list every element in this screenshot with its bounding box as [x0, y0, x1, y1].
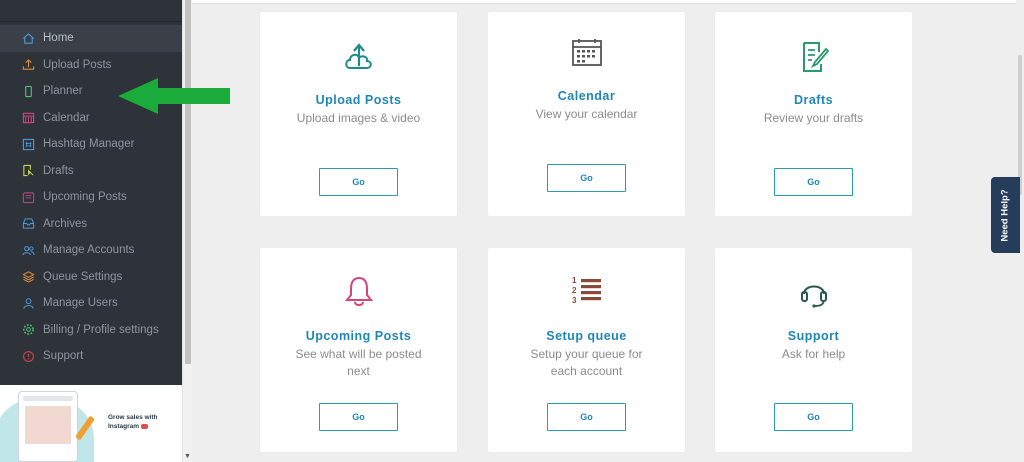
- home-icon: [22, 32, 35, 45]
- card-title: Drafts: [793, 93, 834, 107]
- svg-text:3: 3: [572, 296, 577, 305]
- promo-text: Grow sales with Instagram: [108, 414, 158, 430]
- card-drafts: Drafts Review your drafts Go: [715, 12, 912, 216]
- numbered-list-icon: 123: [488, 274, 685, 308]
- sidebar-item-label: Archives: [43, 217, 88, 230]
- user-icon: [22, 297, 35, 310]
- calendar-go-button[interactable]: Go: [547, 164, 626, 192]
- sidebar-item-billing-profile-settings[interactable]: Billing / Profile settings: [0, 317, 182, 344]
- sidebar-item-label: Upcoming Posts: [43, 191, 127, 204]
- scroll-down-arrow-icon[interactable]: ▼: [184, 453, 191, 460]
- sidebar-item-manage-users[interactable]: Manage Users: [0, 290, 182, 317]
- upload-posts-go-button[interactable]: Go: [319, 168, 398, 196]
- sidebar-item-manage-accounts[interactable]: Manage Accounts: [0, 237, 182, 264]
- headset-icon: [715, 276, 912, 310]
- sidebar-item-support[interactable]: Support: [0, 343, 182, 370]
- drafts-icon: [22, 164, 35, 177]
- sidebar-scroll-thumb[interactable]: [185, 0, 191, 364]
- sidebar-item-label: Planner: [43, 85, 83, 98]
- drafts-icon: [715, 40, 912, 74]
- main-scroll-thumb[interactable]: [1018, 55, 1022, 195]
- main-content: Upload Posts Upload images & video Go Ca…: [192, 0, 1024, 462]
- support-go-button[interactable]: Go: [774, 403, 853, 431]
- lifebuoy-icon: [22, 350, 35, 363]
- card-title: Support: [787, 329, 840, 343]
- youtube-icon: [141, 423, 149, 429]
- calendar-icon: [488, 36, 685, 70]
- sidebar-item-label: Upload Posts: [43, 58, 112, 71]
- need-help-tab[interactable]: Need Help?: [991, 177, 1020, 253]
- sidebar-item-label: Manage Users: [43, 297, 118, 310]
- calendar-icon: [22, 111, 35, 124]
- sidebar-item-label: Billing / Profile settings: [43, 323, 159, 336]
- sidebar-item-drafts[interactable]: Drafts: [0, 158, 182, 185]
- sidebar-item-label: Hashtag Manager: [43, 138, 135, 151]
- card-subtitle: Review your drafts: [763, 111, 864, 125]
- clock-icon: [22, 191, 35, 204]
- promo-banner[interactable]: Grow sales with Instagram: [0, 385, 182, 462]
- sidebar-scrollbar[interactable]: ▼: [182, 0, 192, 462]
- inbox-icon: [22, 217, 35, 230]
- sidebar-item-label: Support: [43, 350, 84, 363]
- phone-icon: [22, 85, 35, 98]
- card-subtitle: See what will be posted next: [295, 347, 422, 378]
- gear-icon: [22, 323, 35, 336]
- bell-icon: [260, 274, 457, 308]
- cloud-upload-icon: [260, 40, 457, 74]
- card-subtitle: Setup your queue for each account: [530, 347, 643, 378]
- card-upcoming-posts: Upcoming Posts See what will be posted n…: [260, 248, 457, 452]
- sidebar-item-home[interactable]: Home: [0, 25, 182, 52]
- svg-text:1: 1: [572, 276, 577, 285]
- card-subtitle: Upload images & video: [296, 111, 421, 125]
- sidebar-item-archives[interactable]: Archives: [0, 211, 182, 238]
- annotation-arrow-icon: [118, 78, 230, 114]
- sidebar-header: [0, 0, 182, 22]
- card-subtitle: View your calendar: [535, 107, 638, 121]
- card-calendar: Calendar View your calendar Go: [488, 12, 685, 216]
- upload-icon: [22, 58, 35, 71]
- sidebar-item-label: Queue Settings: [43, 270, 123, 283]
- card-support: Support Ask for help Go: [715, 248, 912, 452]
- sidebar-nav: Home Upload Posts Planner Calendar Hasht…: [0, 25, 182, 370]
- card-subtitle: Ask for help: [781, 347, 846, 361]
- card-title: Upload Posts: [315, 93, 402, 107]
- card-setup-queue: 123 Setup queue Setup your queue for eac…: [488, 248, 685, 452]
- promo-phone-image: [18, 391, 78, 462]
- sidebar-item-label: Calendar: [43, 111, 90, 124]
- card-title: Calendar: [557, 89, 616, 103]
- layers-icon: [22, 270, 35, 283]
- top-bar: [192, 0, 1024, 4]
- card-upload-posts: Upload Posts Upload images & video Go: [260, 12, 457, 216]
- setup-queue-go-button[interactable]: Go: [547, 403, 626, 431]
- hashtag-icon: [22, 138, 35, 151]
- sidebar-item-queue-settings[interactable]: Queue Settings: [0, 264, 182, 291]
- upcoming-posts-go-button[interactable]: Go: [319, 403, 398, 431]
- sidebar-item-upload-posts[interactable]: Upload Posts: [0, 52, 182, 79]
- need-help-label: Need Help?: [1000, 188, 1012, 242]
- sidebar-item-label: Drafts: [43, 164, 74, 177]
- card-title: Upcoming Posts: [305, 329, 412, 343]
- sidebar-item-upcoming-posts[interactable]: Upcoming Posts: [0, 184, 182, 211]
- drafts-go-button[interactable]: Go: [774, 168, 853, 196]
- users-icon: [22, 244, 35, 257]
- card-title: Setup queue: [546, 329, 627, 343]
- sidebar-item-label: Home: [43, 32, 74, 45]
- svg-text:2: 2: [572, 286, 577, 295]
- sidebar-item-label: Manage Accounts: [43, 244, 135, 257]
- sidebar: Home Upload Posts Planner Calendar Hasht…: [0, 0, 182, 462]
- sidebar-item-hashtag-manager[interactable]: Hashtag Manager: [0, 131, 182, 158]
